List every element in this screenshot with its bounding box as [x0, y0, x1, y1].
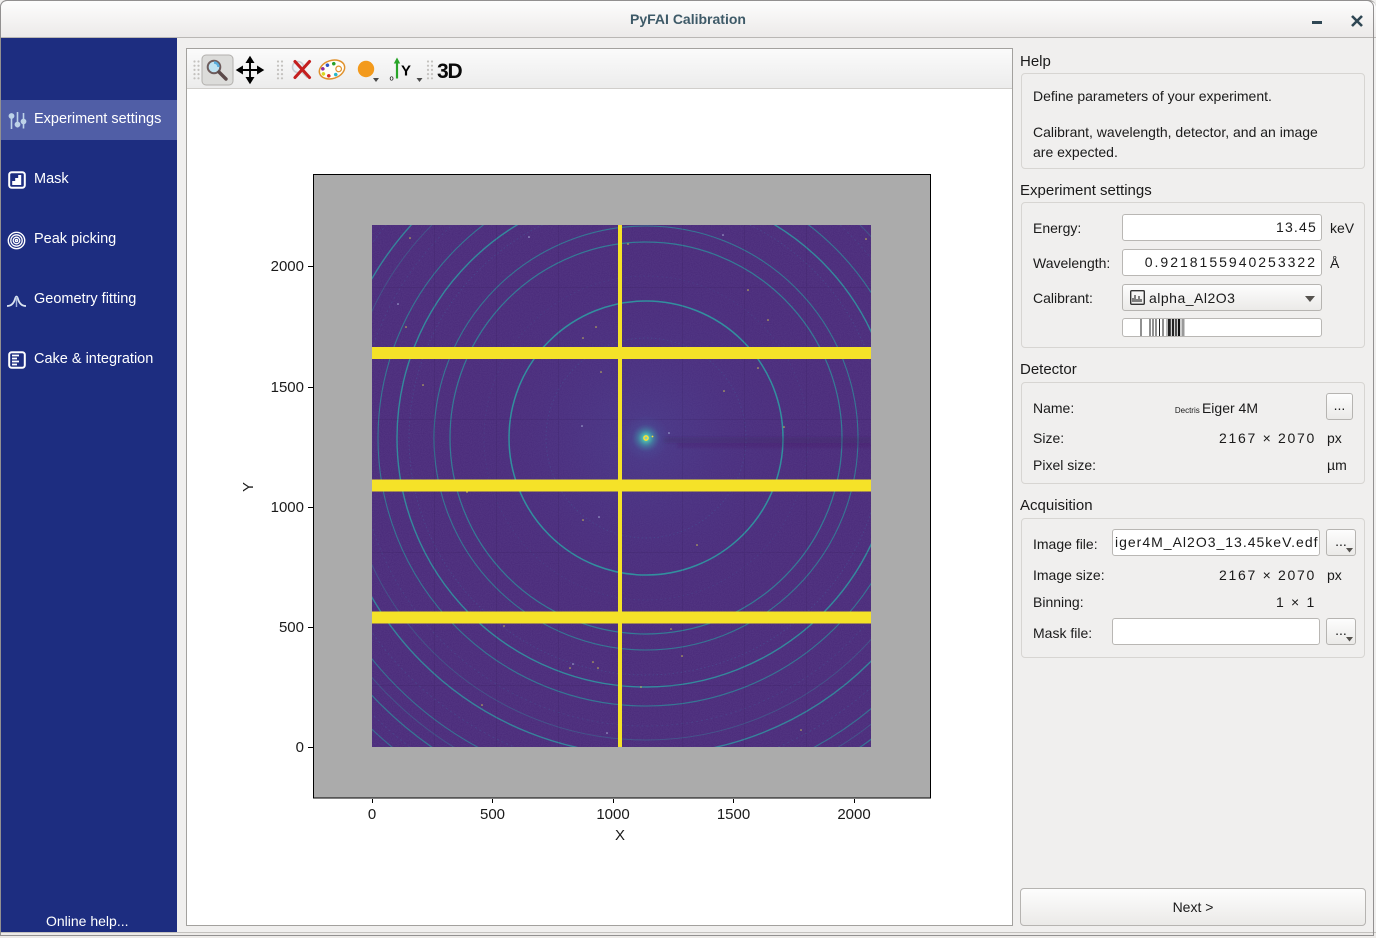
svg-text:Y: Y — [240, 482, 257, 492]
svg-text:500: 500 — [279, 619, 304, 636]
svg-text:1500: 1500 — [271, 379, 304, 396]
svg-text:1000: 1000 — [596, 806, 629, 823]
svg-text:2000: 2000 — [271, 258, 304, 275]
svg-text:2000: 2000 — [837, 806, 870, 823]
svg-text:500: 500 — [480, 806, 505, 823]
svg-text:1000: 1000 — [271, 499, 304, 516]
svg-text:o: o — [390, 74, 394, 83]
svg-text:Y: Y — [401, 63, 411, 80]
svg-text:3D: 3D — [437, 60, 462, 83]
svg-text:0: 0 — [296, 739, 304, 756]
svg-text:1500: 1500 — [717, 806, 750, 823]
svg-text:X: X — [615, 827, 625, 844]
svg-text:0: 0 — [368, 806, 376, 823]
